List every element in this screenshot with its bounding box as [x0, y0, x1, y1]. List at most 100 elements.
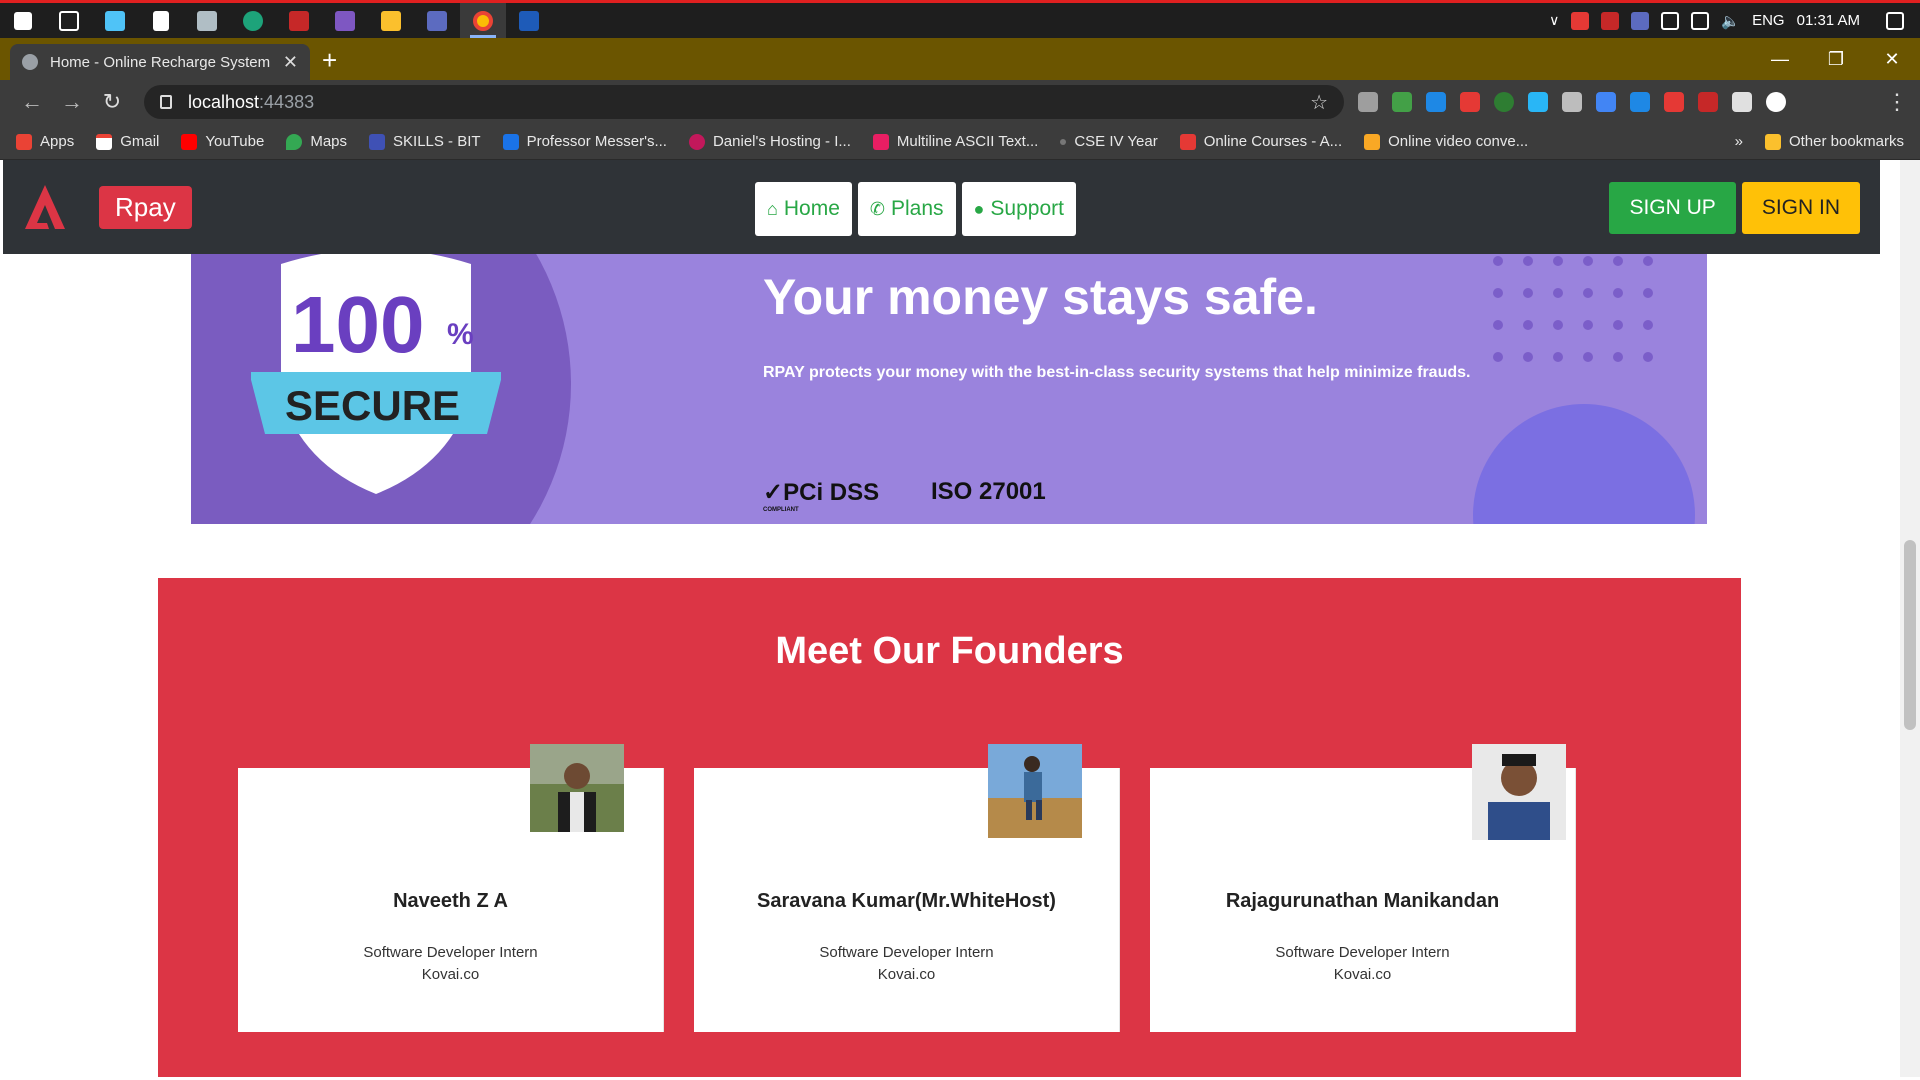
- edge-icon[interactable]: [230, 3, 276, 38]
- bookmark-apps[interactable]: Apps: [16, 133, 74, 150]
- cert-pci-label: ✓PCi DSS: [763, 479, 880, 506]
- teams-icon[interactable]: [414, 3, 460, 38]
- app-icon-2[interactable]: [138, 3, 184, 38]
- bookmark-online-video-converter[interactable]: Online video conve...: [1364, 133, 1528, 150]
- lock-icon[interactable]: [160, 95, 172, 109]
- scrollbar-thumb[interactable]: [1904, 540, 1916, 730]
- nav-support[interactable]: ● Support: [961, 182, 1076, 236]
- volume-icon[interactable]: 🔈: [1721, 12, 1740, 30]
- nav-home[interactable]: ⌂ Home: [755, 182, 852, 236]
- founder-photo-avatar: [530, 744, 624, 832]
- extension-icon-4[interactable]: [1460, 92, 1480, 112]
- professor-messer-icon: [502, 133, 519, 150]
- more-bookmarks-icon[interactable]: »: [1735, 133, 1743, 150]
- bookmark-gmail[interactable]: Gmail: [96, 133, 159, 150]
- maps-pin-icon: [286, 133, 303, 150]
- main-nav: ⌂ Home ✆ Plans ● Support: [755, 182, 1076, 236]
- url-port: :44383: [259, 91, 315, 112]
- skills-icon: [369, 133, 386, 150]
- language-indicator[interactable]: ENG: [1752, 12, 1785, 29]
- founder-card: Saravana Kumar(Mr.WhiteHost) Software De…: [694, 744, 1120, 1032]
- teams-tray-icon[interactable]: [1631, 11, 1650, 30]
- badge-percent: %: [447, 318, 474, 351]
- rpay-logo-icon[interactable]: [21, 183, 69, 231]
- extension-icon-8[interactable]: [1630, 92, 1650, 112]
- notifications-icon[interactable]: [1886, 11, 1904, 30]
- battery-icon[interactable]: [1661, 11, 1680, 30]
- network-icon[interactable]: [1691, 11, 1710, 30]
- forward-icon[interactable]: →: [52, 89, 92, 115]
- extensions-area: [1358, 92, 1786, 112]
- windows-taskbar: ∨ 🔈 ENG 01:31 AM: [0, 0, 1920, 38]
- window-controls: — ❐ ✕: [1752, 38, 1920, 80]
- extension-icon-10[interactable]: [1698, 92, 1718, 112]
- extension-icon-2[interactable]: [1392, 92, 1412, 112]
- close-tab-icon[interactable]: ✕: [283, 52, 298, 73]
- tab-strip: Home - Online Recharge System ✕ + — ❐ ✕: [0, 38, 1920, 80]
- system-tray: ∨ 🔈 ENG 01:31 AM: [1549, 11, 1920, 30]
- chrome-icon[interactable]: [460, 3, 506, 38]
- chat-icon: ●: [973, 198, 985, 219]
- banner-subtitle: RPAY protects your money with the best-i…: [763, 364, 1471, 381]
- brand-button[interactable]: Rpay: [99, 185, 192, 229]
- video-converter-icon: [1364, 133, 1381, 150]
- extension-icon-7[interactable]: [1562, 92, 1582, 112]
- extension-icon-5[interactable]: [1494, 92, 1514, 112]
- page-scrollbar[interactable]: [1900, 160, 1920, 1077]
- extension-icon-6[interactable]: [1528, 92, 1548, 112]
- chevron-up-icon[interactable]: ∨: [1549, 12, 1559, 29]
- app-icon-1[interactable]: [92, 3, 138, 38]
- founder-company: Kovai.co: [1333, 966, 1392, 983]
- dot-icon: [1060, 138, 1067, 145]
- bookmark-multiline-ascii[interactable]: Multiline ASCII Text...: [872, 133, 1038, 150]
- bookmark-skills-bit[interactable]: SKILLS - BIT: [369, 133, 481, 150]
- puzzle-icon[interactable]: [1732, 92, 1752, 112]
- founder-role: Software Developer Intern: [363, 944, 538, 961]
- bookmark-label: SKILLS - BIT: [393, 133, 481, 150]
- app-icon-3[interactable]: [184, 3, 230, 38]
- word-icon[interactable]: [506, 3, 552, 38]
- file-explorer-icon[interactable]: [368, 3, 414, 38]
- close-window-icon[interactable]: ✕: [1864, 38, 1920, 80]
- auth-buttons: SIGN UP SIGN IN: [1609, 182, 1860, 234]
- restore-icon[interactable]: ❐: [1808, 38, 1864, 80]
- bookmark-label: Gmail: [120, 133, 160, 150]
- visual-studio-icon[interactable]: [322, 3, 368, 38]
- new-tab-icon[interactable]: +: [322, 45, 337, 76]
- bookmark-daniels-hosting[interactable]: Daniel's Hosting - I...: [688, 133, 851, 150]
- extension-icon-3[interactable]: [1426, 92, 1446, 112]
- chrome-menu-icon[interactable]: ⋮: [1886, 89, 1908, 115]
- tray-app-icon[interactable]: [1571, 11, 1590, 30]
- bookmark-cse-iv-year[interactable]: CSE IV Year: [1060, 133, 1158, 150]
- bookmark-online-courses[interactable]: Online Courses - A...: [1179, 133, 1343, 150]
- tray-app-icon-2[interactable]: [1601, 11, 1620, 30]
- address-bar[interactable]: localhost:44383 ☆: [144, 85, 1344, 119]
- minimize-icon[interactable]: —: [1752, 38, 1808, 80]
- bookmark-label: Apps: [40, 133, 75, 150]
- founder-role: Software Developer Intern: [819, 944, 994, 961]
- signup-button[interactable]: SIGN UP: [1609, 182, 1736, 234]
- bookmark-label: Online Courses - A...: [1203, 133, 1343, 150]
- profile-icon[interactable]: [1766, 92, 1786, 112]
- windows-start-icon[interactable]: [0, 3, 46, 38]
- bookmark-label: CSE IV Year: [1074, 133, 1158, 150]
- browser-tab-home[interactable]: Home - Online Recharge System ✕: [10, 44, 310, 80]
- extension-icon-1[interactable]: [1358, 92, 1378, 112]
- bookmark-other[interactable]: Other bookmarks: [1764, 133, 1904, 150]
- nav-plans[interactable]: ✆ Plans: [857, 182, 956, 236]
- bookmark-star-icon[interactable]: ☆: [1310, 90, 1328, 115]
- bookmark-maps[interactable]: Maps: [286, 133, 347, 150]
- app-icon-4[interactable]: [276, 3, 322, 38]
- task-view-icon[interactable]: [46, 3, 92, 38]
- translate-icon[interactable]: [1596, 92, 1616, 112]
- bookmark-professor-messer[interactable]: Professor Messer's...: [502, 133, 667, 150]
- clock[interactable]: 01:31 AM: [1797, 12, 1860, 29]
- banner-circle-decoration: [1473, 404, 1695, 524]
- founder-name: Rajagurunathan Manikandan: [1225, 890, 1500, 912]
- back-icon[interactable]: ←: [12, 89, 52, 115]
- bookmark-youtube[interactable]: YouTube: [181, 133, 264, 150]
- extension-icon-9[interactable]: [1664, 92, 1684, 112]
- reload-icon[interactable]: ↻: [92, 89, 132, 115]
- tab-favicon-icon: [22, 54, 38, 70]
- signin-button[interactable]: SIGN IN: [1741, 182, 1860, 234]
